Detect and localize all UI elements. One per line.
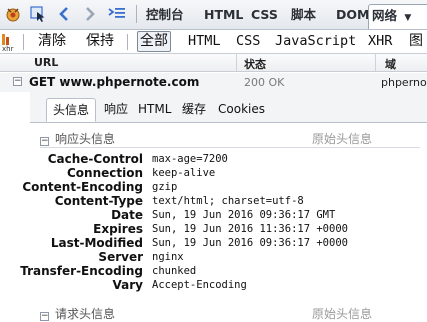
- collapse-toggle-icon[interactable]: −: [40, 137, 49, 146]
- header-value: gzip: [152, 181, 178, 193]
- header-name: Vary: [112, 278, 143, 292]
- header-row: Expires Sun, 19 Jun 2016 11:36:17 +0000: [30, 222, 427, 236]
- request-row[interactable]: − GET www.phpernote.com 200 OK phpernot: [0, 73, 427, 92]
- toolbar-divider: [136, 5, 137, 23]
- header-value: nginx: [152, 251, 184, 263]
- header-name: Server: [98, 250, 143, 264]
- firebug-icon[interactable]: [3, 4, 23, 24]
- response-headers-title: 响应头信息: [55, 132, 116, 146]
- header-name: Connection: [66, 166, 143, 180]
- forward-arrow-icon[interactable]: [82, 4, 98, 24]
- column-domain[interactable]: 域: [385, 56, 396, 72]
- filter-html-button[interactable]: HTML: [186, 31, 223, 52]
- header-value: max-age=7200: [152, 153, 228, 165]
- header-value: Sun, 19 Jun 2016 09:36:17 GMT: [152, 209, 336, 221]
- tab-dom[interactable]: DOM: [333, 4, 372, 25]
- filter-divider: [127, 34, 128, 50]
- collapse-toggle-icon[interactable]: −: [40, 312, 49, 321]
- request-status: 200 OK: [244, 76, 285, 89]
- request-detail-panel: 头信息 响应 HTML 缓存 Cookies − 响应头信息 原始头信息 Cach…: [20, 92, 427, 322]
- command-line-icon[interactable]: [106, 4, 128, 24]
- tab-headers[interactable]: 头信息: [46, 98, 97, 122]
- tab-css[interactable]: CSS: [248, 4, 281, 25]
- filter-xhr-button[interactable]: XHR: [366, 31, 394, 52]
- header-row: Cache-Control max-age=7200: [30, 152, 427, 166]
- column-url[interactable]: URL: [34, 56, 58, 69]
- tab-net[interactable]: 网络 ▼: [368, 4, 427, 29]
- headers-content: − 响应头信息 原始头信息 Cache-Control max-age=7200 …: [20, 122, 427, 322]
- request-headers-section[interactable]: − 请求头信息: [40, 305, 115, 322]
- header-name: Last-Modified: [50, 236, 143, 250]
- back-arrow-icon[interactable]: [56, 4, 72, 24]
- header-name: Content-Type: [54, 194, 143, 208]
- request-headers-title: 请求头信息: [55, 307, 116, 321]
- filter-images-button[interactable]: 图: [407, 31, 425, 52]
- inspect-cursor-icon[interactable]: [28, 4, 48, 24]
- response-headers-section[interactable]: − 响应头信息: [40, 130, 115, 147]
- header-row: Date Sun, 19 Jun 2016 09:36:17 GMT: [30, 208, 427, 222]
- header-row: Content-Type text/html; charset=utf-8: [30, 194, 427, 208]
- header-name: Transfer-Encoding: [20, 264, 143, 278]
- filter-css-button[interactable]: CSS: [234, 31, 262, 52]
- raw-headers-link[interactable]: 原始头信息: [312, 130, 372, 147]
- collapse-toggle-icon[interactable]: −: [13, 77, 22, 86]
- header-name: Expires: [93, 222, 143, 236]
- header-name: Cache-Control: [47, 152, 143, 166]
- header-value: Sun, 19 Jun 2016 11:36:17 +0000: [152, 223, 348, 235]
- header-row: Last-Modified Sun, 19 Jun 2016 09:36:17 …: [30, 236, 427, 250]
- header-value: text/html; charset=utf-8: [152, 195, 304, 207]
- header-value: keep-alive: [152, 167, 216, 179]
- header-row: Connection keep-alive: [30, 166, 427, 180]
- request-list-header: URL 状态 域: [0, 54, 427, 72]
- devtools-toolbar: 控制台 HTML CSS 脚本 DOM 网络 ▼: [0, 0, 427, 30]
- column-divider: [375, 54, 376, 71]
- header-row: Vary Accept-Encoding: [30, 278, 427, 292]
- tab-cookies[interactable]: Cookies: [212, 98, 271, 120]
- tab-response[interactable]: 响应: [98, 98, 134, 120]
- request-url: GET www.phpernote.com: [29, 75, 200, 89]
- tab-cache[interactable]: 缓存: [176, 98, 212, 120]
- tab-console[interactable]: 控制台: [143, 4, 187, 25]
- tab-net-label: 网络: [372, 8, 398, 23]
- column-status[interactable]: 状态: [244, 56, 266, 72]
- header-name: Content-Encoding: [22, 180, 143, 194]
- clear-button[interactable]: 清除: [36, 31, 68, 52]
- tab-detail-html[interactable]: HTML: [132, 98, 177, 120]
- xhr-icon-label: xhr: [2, 45, 14, 52]
- filter-js-button[interactable]: JavaScript: [273, 31, 358, 52]
- section-divider: [40, 147, 420, 148]
- tab-html[interactable]: HTML: [201, 4, 246, 25]
- request-domain: phpernot: [381, 76, 427, 89]
- header-value: Accept-Encoding: [152, 279, 247, 291]
- xhr-icon: xhr: [1, 32, 19, 52]
- header-row: Transfer-Encoding chunked: [20, 264, 427, 278]
- header-value: Sun, 19 Jun 2016 09:36:17 +0000: [152, 237, 348, 249]
- header-name: Date: [111, 208, 143, 222]
- raw-headers-link[interactable]: 原始头信息: [312, 305, 372, 322]
- header-value: chunked: [152, 265, 197, 277]
- tab-script[interactable]: 脚本: [288, 4, 319, 25]
- filter-all-button[interactable]: 全部: [137, 31, 171, 52]
- column-divider: [236, 54, 237, 71]
- filter-divider: [23, 34, 24, 50]
- persist-button[interactable]: 保持: [84, 31, 116, 52]
- header-row: Server nginx: [30, 250, 427, 264]
- net-filter-bar: xhr 清除 保持 全部 HTML CSS JavaScript XHR 图: [0, 30, 427, 54]
- chevron-down-icon: ▼: [404, 13, 412, 23]
- header-row: Content-Encoding gzip: [22, 180, 427, 194]
